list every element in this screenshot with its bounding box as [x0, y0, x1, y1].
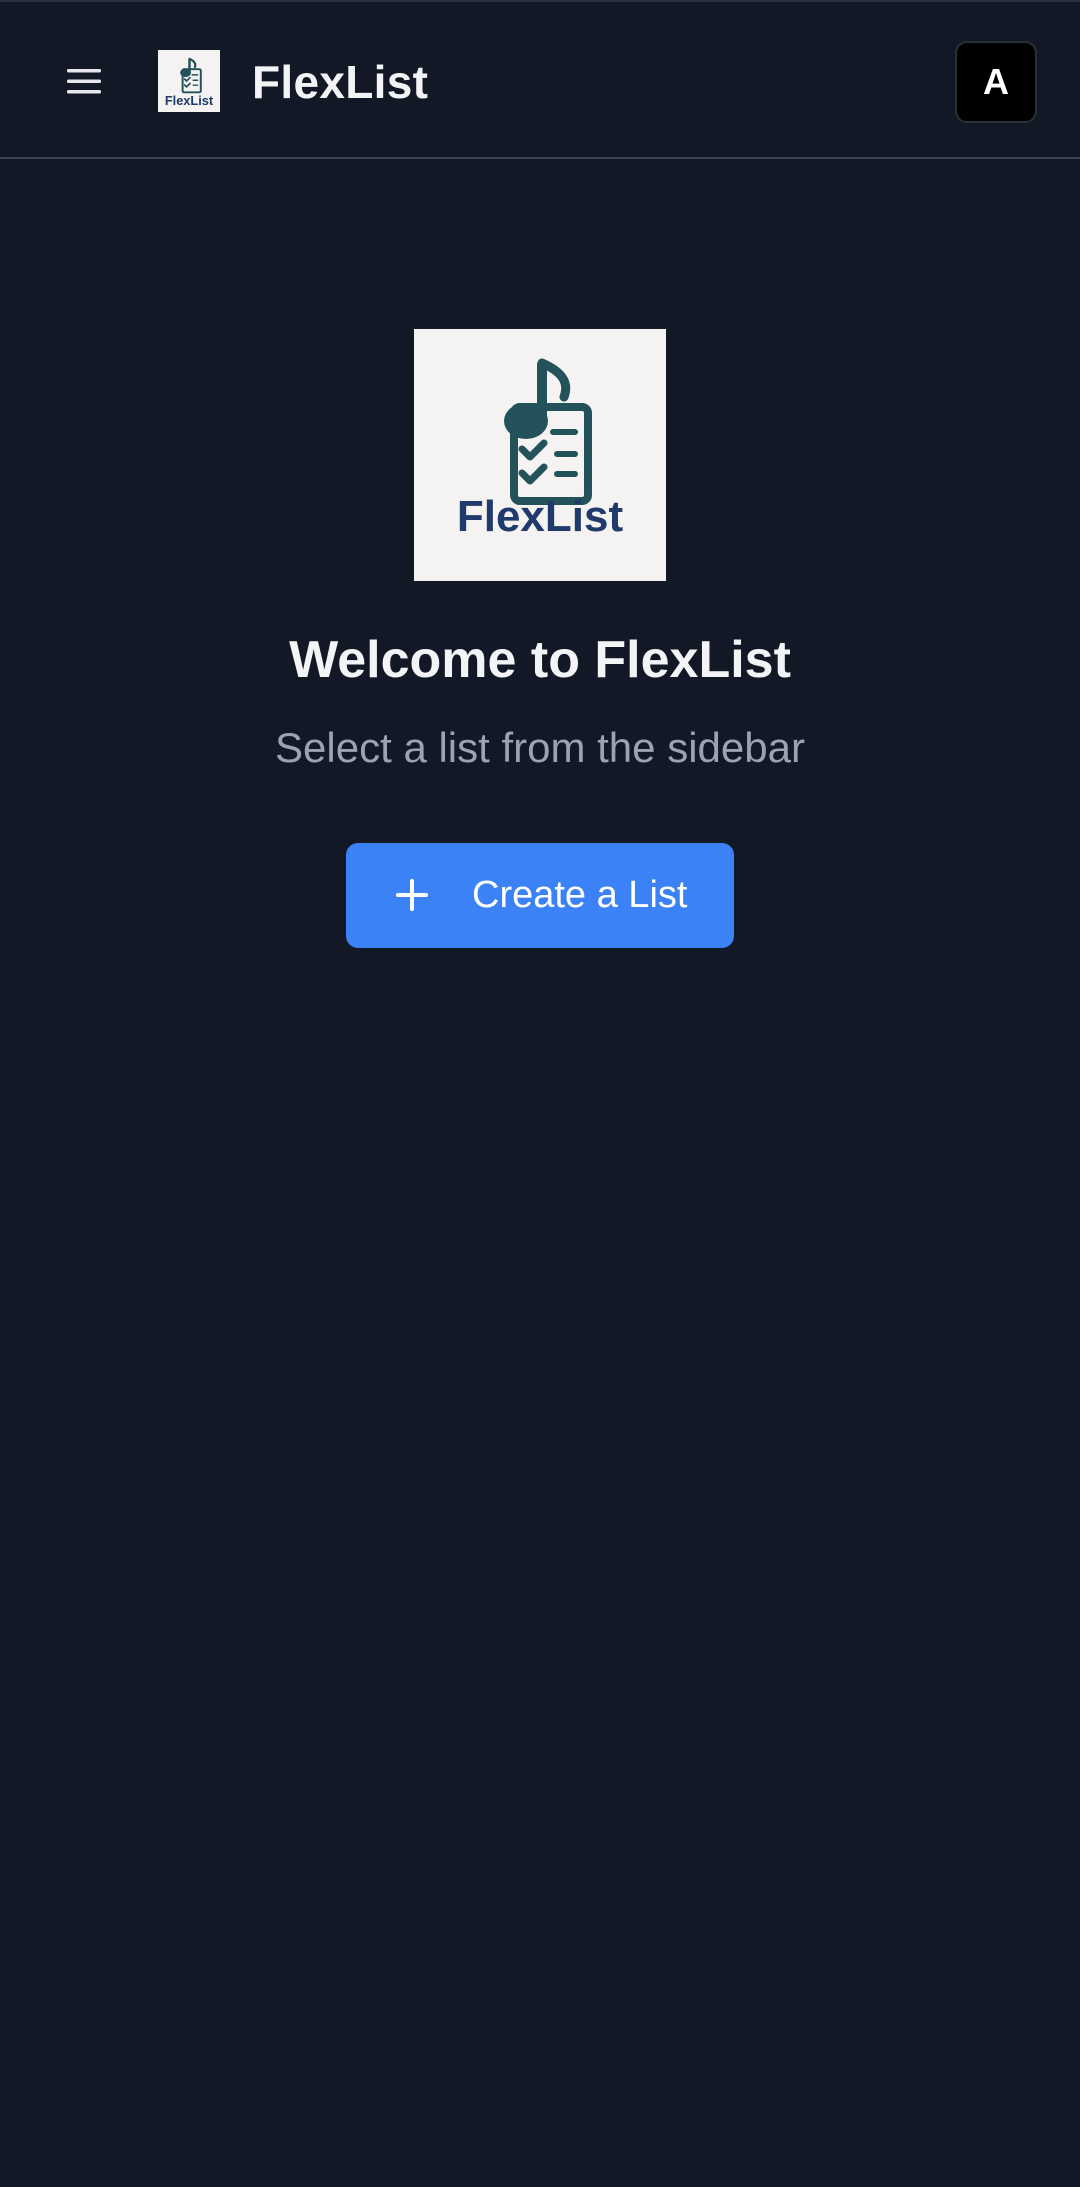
menu-button[interactable] — [54, 46, 114, 116]
top-app-bar: FlexList FlexList A — [0, 0, 1080, 159]
user-avatar-button[interactable]: A — [955, 41, 1037, 123]
create-list-button[interactable]: Create a List — [346, 843, 734, 948]
logo-small-wordmark: FlexList — [165, 93, 214, 108]
flexlist-logo: FlexList — [414, 329, 666, 581]
app-logo-small[interactable]: FlexList — [158, 50, 220, 112]
music-note-checklist-icon: FlexList — [165, 57, 214, 108]
app-title: FlexList — [252, 56, 429, 108]
plus-icon — [396, 879, 428, 911]
logo-wordmark: FlexList — [457, 492, 624, 541]
create-list-label: Create a List — [472, 874, 688, 916]
welcome-subtitle: Select a list from the sidebar — [275, 724, 805, 771]
hamburger-menu-icon — [67, 69, 101, 94]
welcome-title: Welcome to FlexList — [289, 631, 791, 689]
music-note-checklist-icon: FlexList — [457, 358, 624, 541]
app-root: FlexList FlexList A FlexList Welcome to … — [0, 0, 1080, 2187]
avatar-initial: A — [983, 61, 1009, 102]
